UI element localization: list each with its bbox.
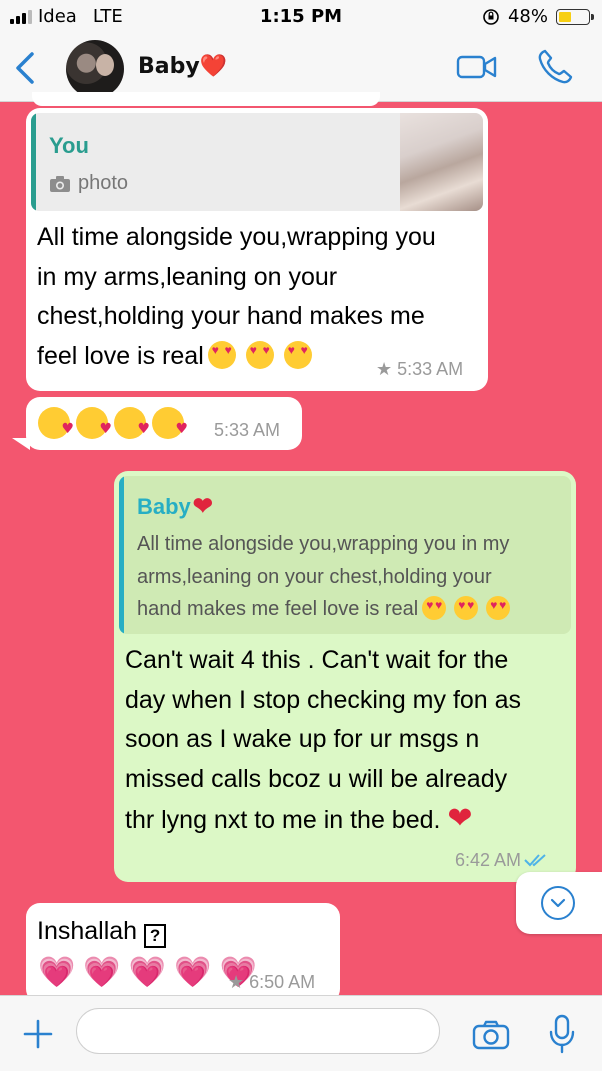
growing-heart-emoji: 💗 [174,955,212,990]
message-time: ★ 5:33 AM [376,359,464,379]
heart-eyes-emoji [454,596,479,620]
battery-percent: 48% [507,6,548,27]
battery-area: 48% [482,6,594,27]
growing-heart-emoji: 💗 [83,955,121,990]
face-blowing-kiss-emoji [76,407,112,439]
camera-icon[interactable] [472,1020,510,1050]
status-bar: Idea LTE 1:15 PM 48% [0,0,602,34]
message-input[interactable] [76,1008,440,1054]
quote-author: You [49,133,89,158]
kiss-emojis [38,407,190,439]
back-chevron-icon[interactable] [12,50,38,86]
growing-heart-emoji: 💗 [128,955,167,990]
heart-eyes-emoji [486,596,511,620]
quoted-message[interactable]: Baby❤ All time alongside you,wrapping yo… [119,476,571,634]
message-bubble-outgoing[interactable]: Baby❤ All time alongside you,wrapping yo… [114,471,576,882]
microphone-icon[interactable] [548,1014,576,1054]
bubble-tail [12,438,30,450]
quote-author: Baby❤ [137,493,213,520]
growing-heart-emoji: 💗 [38,955,76,990]
orientation-lock-icon [483,8,499,25]
message-text: Can't wait 4 this . Can't wait for the d… [125,646,522,835]
heart-eyes-emoji [207,340,236,369]
quote-type: photo [78,172,129,194]
plus-icon[interactable] [22,1018,54,1050]
double-check-icon [524,854,546,867]
heart-eyes-emoji [245,340,274,369]
scroll-down-button[interactable] [516,872,602,934]
phone-call-icon[interactable] [536,48,574,86]
contact-name[interactable]: Baby❤️ [138,54,227,79]
battery-icon [556,8,594,25]
question-box-icon: ? [144,924,167,948]
quote-bar [31,113,36,211]
quoted-photo-thumbnail[interactable] [400,113,483,211]
heart-eyes-emoji [422,596,447,620]
face-blowing-kiss-emoji [38,407,74,439]
scroll-down-icon [541,886,575,920]
video-call-icon[interactable] [456,52,498,82]
message-text: All time alongside you,wrapping you in m… [37,218,482,376]
message-time: 5:33 AM [214,420,281,440]
photo-camera-icon [50,176,70,192]
red-heart-emoji: ❤ [192,493,213,520]
face-blowing-kiss-emoji [114,407,150,439]
quote-bar [119,476,124,634]
message-input-bar [0,995,602,1071]
heart-eyes-emoji [283,340,312,369]
message-time: ★ 6:50 AM [228,972,316,992]
quote-text: All time alongside you,wrapping you in m… [137,528,567,626]
previous-message-edge [32,92,380,106]
avatar[interactable] [66,40,124,98]
message-bubble-incoming[interactable]: You photo All time alongside you,wrappin… [26,108,488,391]
message-time: 6:42 AM [455,850,550,871]
message-text: Inshallah ? [37,911,167,951]
face-blowing-kiss-emoji [152,407,188,439]
quoted-message[interactable]: You photo [31,113,483,211]
message-bubble-incoming[interactable]: Inshallah ? 💗 💗 💗 💗 💗 ★ 6:50 AM [26,903,340,1003]
red-heart-emoji: ❤ [447,802,473,835]
message-bubble-incoming[interactable]: 5:33 AM [26,397,302,450]
